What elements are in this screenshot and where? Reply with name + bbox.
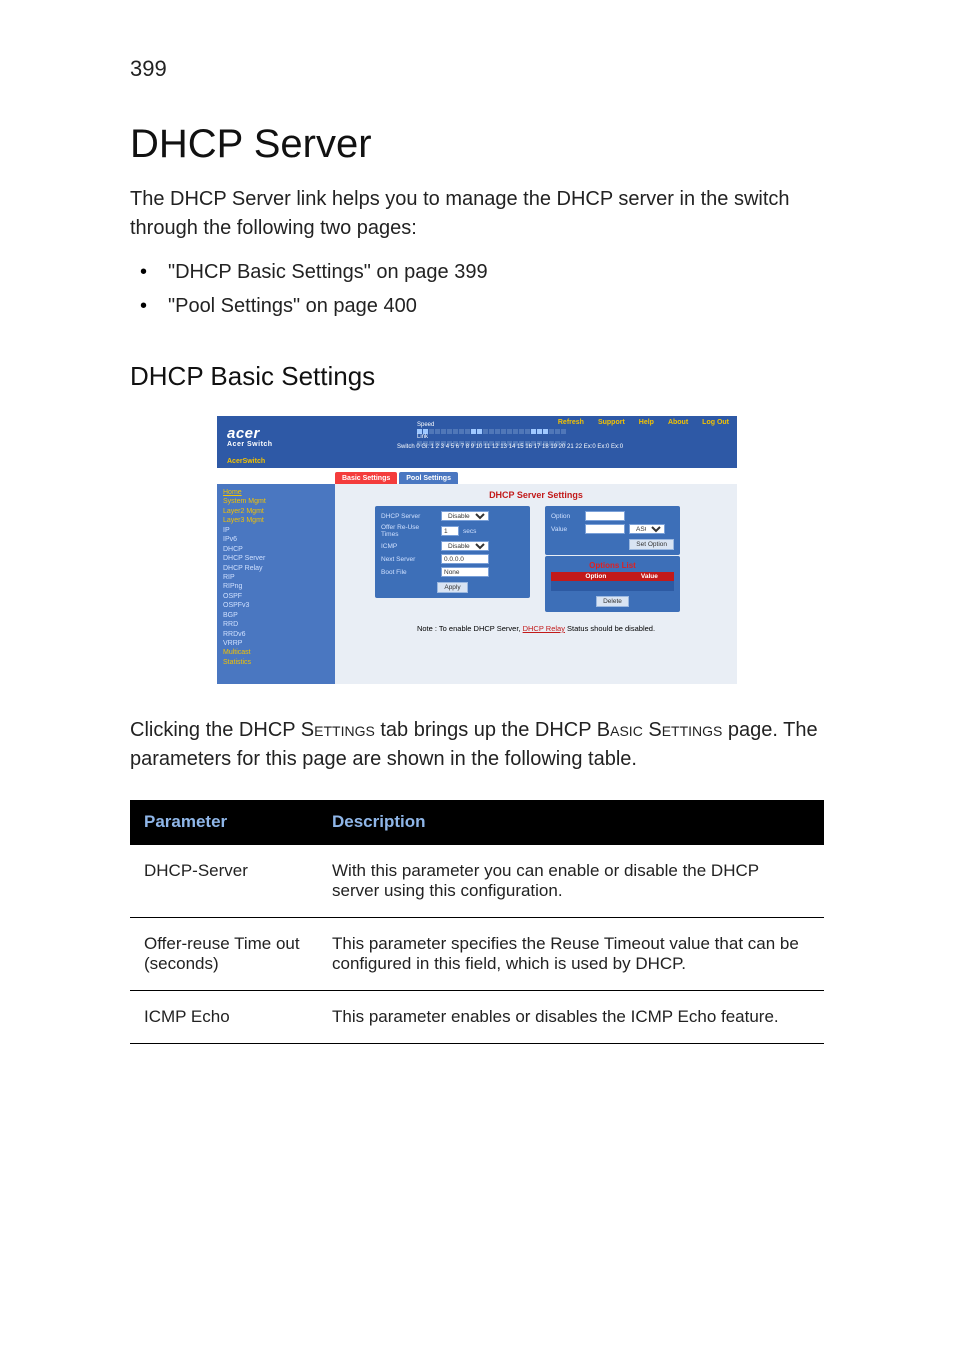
options-th-option: Option — [567, 572, 625, 581]
next-server-input[interactable] — [441, 554, 489, 564]
sidebar-item[interactable]: Multicast — [223, 648, 331, 657]
sidebar-item[interactable]: RIPng — [223, 582, 331, 591]
tab-basic-settings[interactable]: Basic Settings — [335, 472, 397, 484]
note-suffix: Status should be disabled. — [565, 624, 655, 633]
offer-reuse-input[interactable] — [441, 526, 459, 536]
sidebar-item[interactable]: OSPF — [223, 592, 331, 601]
ss-content: DHCP Server Settings DHCP Server Disable… — [335, 484, 737, 684]
sidebar-item[interactable]: Layer2 Mgmt — [223, 507, 331, 516]
sidebar-item[interactable]: OSPFv3 — [223, 601, 331, 610]
dhcp-server-label: DHCP Server — [381, 513, 437, 520]
ss-header: acer Acer Switch Refresh Support Help Ab… — [217, 416, 737, 454]
option-label: Option — [551, 513, 581, 520]
page-number: 399 — [130, 56, 824, 82]
section-heading: DHCP Basic Settings — [130, 361, 824, 392]
sidebar-home[interactable]: Home — [223, 488, 331, 497]
ss-sidebar: Home System Mgmt Layer2 Mgmt Layer3 Mgmt… — [217, 484, 335, 684]
sidebar-item[interactable]: Layer3 Mgmt — [223, 516, 331, 525]
sidebar-item[interactable]: RRD — [223, 620, 331, 629]
toc-list: "DHCP Basic Settings" on page 399 "Pool … — [130, 255, 824, 323]
ss-body: Home System Mgmt Layer2 Mgmt Layer3 Mgmt… — [217, 484, 737, 684]
th-description: Description — [318, 800, 824, 845]
settings-panel-left: DHCP Server Disabled Offer Re-Use Times … — [375, 506, 530, 598]
options-list-title: Options List — [551, 561, 674, 570]
port-legend: Switch 0 Gi: 1 2 3 4 5 6 7 8 9 10 11 12 … — [397, 444, 623, 450]
sidebar-item[interactable]: BGP — [223, 611, 331, 620]
brand-logo: acer Acer Switch — [217, 423, 273, 448]
sidebar-item[interactable]: DHCP Server — [223, 554, 331, 563]
sidebar-item[interactable]: IP — [223, 526, 331, 535]
model-bar: AcerSwitch — [217, 454, 737, 468]
param-name: ICMP Echo — [130, 991, 318, 1044]
sidebar-item[interactable]: RIP — [223, 573, 331, 582]
dhcp-server-select[interactable]: Disabled — [441, 511, 489, 521]
options-table: Option Value — [551, 572, 674, 591]
toc-item: "DHCP Basic Settings" on page 399 — [130, 255, 824, 289]
param-desc: This parameter specifies the Reuse Timeo… — [318, 918, 824, 991]
th-parameter: Parameter — [130, 800, 318, 845]
icmp-label: ICMP — [381, 543, 437, 550]
brand-subtext: Acer Switch — [227, 441, 273, 448]
delete-button[interactable]: Delete — [596, 596, 629, 607]
tab-row: Basic Settings Pool Settings — [217, 468, 737, 484]
after-screenshot-paragraph: Clicking the DHCP Settings tab brings up… — [130, 716, 824, 774]
offer-reuse-label: Offer Re-Use Times — [381, 524, 437, 538]
options-list-panel: Options List Option Value Delete — [545, 556, 680, 612]
intro-paragraph: The DHCP Server link helps you to manage… — [130, 185, 824, 243]
sidebar-item[interactable]: RRDv6 — [223, 630, 331, 639]
param-desc: This parameter enables or disables the I… — [318, 991, 824, 1044]
sidebar-item[interactable]: DHCP Relay — [223, 564, 331, 573]
next-server-label: Next Server — [381, 556, 437, 563]
table-row: Offer-reuse Time out (seconds) This para… — [130, 918, 824, 991]
parameters-table: Parameter Description DHCP-Server With t… — [130, 800, 824, 1044]
apply-button[interactable]: Apply — [437, 582, 467, 593]
param-name: Offer-reuse Time out (seconds) — [130, 918, 318, 991]
value-label: Value — [551, 526, 581, 533]
set-option-button[interactable]: Set Option — [629, 539, 674, 550]
embedded-screenshot: acer Acer Switch Refresh Support Help Ab… — [217, 416, 737, 686]
content-heading: DHCP Server Settings — [335, 484, 737, 500]
toc-item: "Pool Settings" on page 400 — [130, 289, 824, 323]
value-input[interactable] — [585, 524, 625, 534]
table-row: DHCP-Server With this parameter you can … — [130, 845, 824, 918]
page-title: DHCP Server — [130, 122, 824, 167]
footer-note: Note : To enable DHCP Server, DHCP Relay… — [335, 624, 737, 633]
sidebar-item[interactable]: VRRP — [223, 639, 331, 648]
link-label: Link — [417, 434, 729, 440]
port-panel: Speed Link Switch 0 Gi: 1 2 3 4 5 6 7 8 … — [417, 422, 729, 448]
options-th-value: Value — [625, 572, 674, 581]
value-mode-select[interactable]: ASCII — [629, 524, 665, 534]
tab-pool-settings[interactable]: Pool Settings — [399, 472, 458, 484]
sidebar-item[interactable]: System Mgmt — [223, 497, 331, 506]
sidebar-item[interactable]: DHCP — [223, 545, 331, 554]
param-name: DHCP-Server — [130, 845, 318, 918]
brand-text: acer — [227, 425, 260, 442]
option-input[interactable] — [585, 511, 625, 521]
note-prefix: Note : To enable DHCP Server, — [417, 624, 523, 633]
icmp-select[interactable]: Disabled — [441, 541, 489, 551]
boot-file-label: Boot File — [381, 569, 437, 576]
param-desc: With this parameter you can enable or di… — [318, 845, 824, 918]
sidebar-item[interactable]: Statistics — [223, 658, 331, 667]
sidebar-item[interactable]: IPv6 — [223, 535, 331, 544]
boot-file-input[interactable] — [441, 567, 489, 577]
speed-label: Speed — [417, 422, 729, 428]
table-row: ICMP Echo This parameter enables or disa… — [130, 991, 824, 1044]
offer-reuse-unit: secs — [463, 528, 476, 535]
settings-panel-right: Option Value ASCII Set Option — [545, 506, 680, 555]
dhcp-relay-link[interactable]: DHCP Relay — [523, 624, 565, 633]
